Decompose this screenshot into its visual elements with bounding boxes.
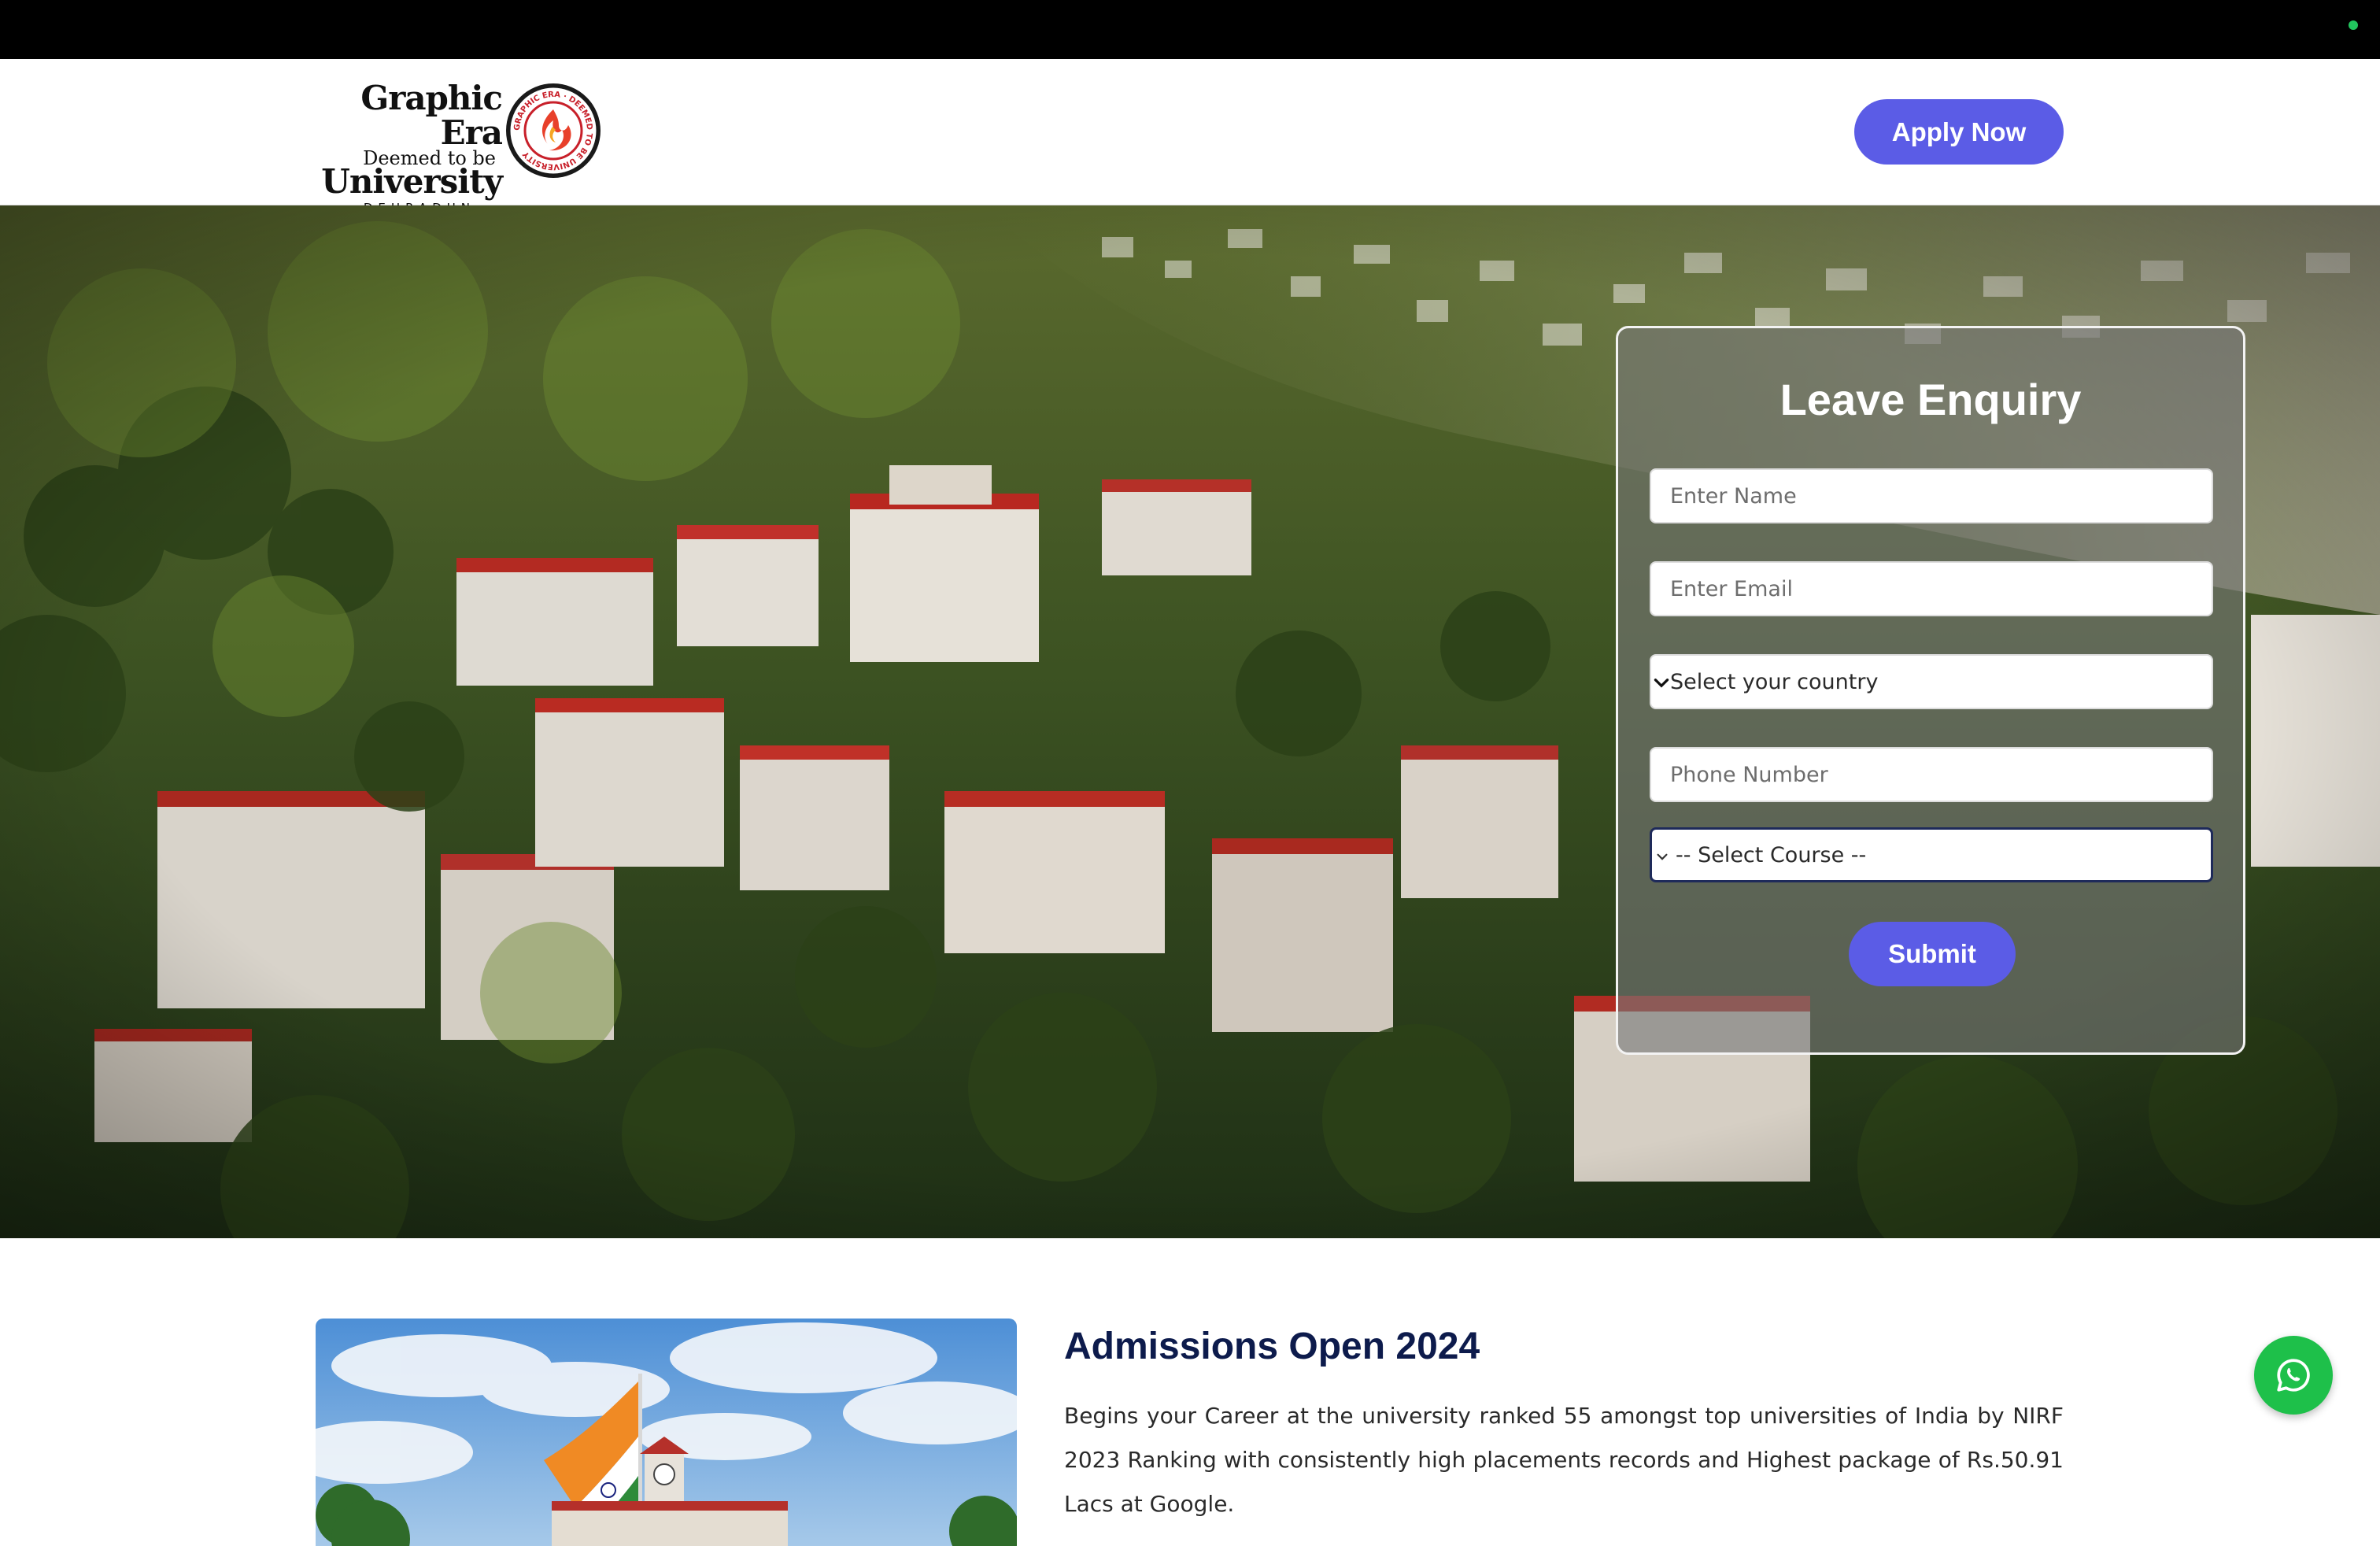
chevron-down-icon: [1654, 679, 1669, 688]
top-bar: [0, 0, 2380, 59]
country-select[interactable]: Select your country: [1650, 654, 2213, 709]
submit-button[interactable]: Submit: [1849, 922, 2016, 986]
university-seal-icon: GRAPHIC ERA · DEEMED TO BE UNIVERSITY: [506, 83, 601, 178]
university-logo[interactable]: Graphic Era Deemed to be University DEHR…: [315, 79, 606, 216]
hero-banner: Leave Enquiry Select your country -- Sel…: [0, 205, 2380, 1238]
course-select-value: -- Select Course --: [1676, 842, 1867, 867]
name-input[interactable]: [1650, 468, 2213, 523]
admissions-title: Admissions Open 2024: [1064, 1326, 1480, 1367]
whatsapp-chat-button[interactable]: [2254, 1336, 2333, 1415]
country-select-value: Select your country: [1670, 669, 1879, 694]
phone-input[interactable]: [1650, 747, 2213, 802]
enquiry-title: Leave Enquiry: [1779, 375, 2082, 424]
admissions-section: Admissions Open 2024 Begins your Career …: [0, 1238, 2380, 1546]
email-input[interactable]: [1650, 561, 2213, 616]
campus-photo-image: [316, 1319, 1017, 1546]
enquiry-form: Leave Enquiry Select your country -- Sel…: [1616, 326, 2245, 1055]
campus-flag-photo: [316, 1319, 1017, 1546]
logo-wordmark: Graphic Era Deemed to be University DEHR…: [315, 79, 503, 216]
status-dot: [2349, 20, 2358, 30]
chevron-down-icon: [1657, 853, 1668, 860]
course-select[interactable]: -- Select Course --: [1650, 827, 2213, 882]
logo-line-3: University: [321, 162, 503, 201]
admissions-description: Begins your Career at the university ran…: [1064, 1403, 2064, 1517]
logo-line-1: Graphic Era: [360, 79, 503, 152]
apply-now-button[interactable]: Apply Now: [1854, 99, 2064, 165]
whatsapp-icon: [2277, 1359, 2310, 1392]
site-header: Graphic Era Deemed to be University DEHR…: [0, 59, 2380, 216]
